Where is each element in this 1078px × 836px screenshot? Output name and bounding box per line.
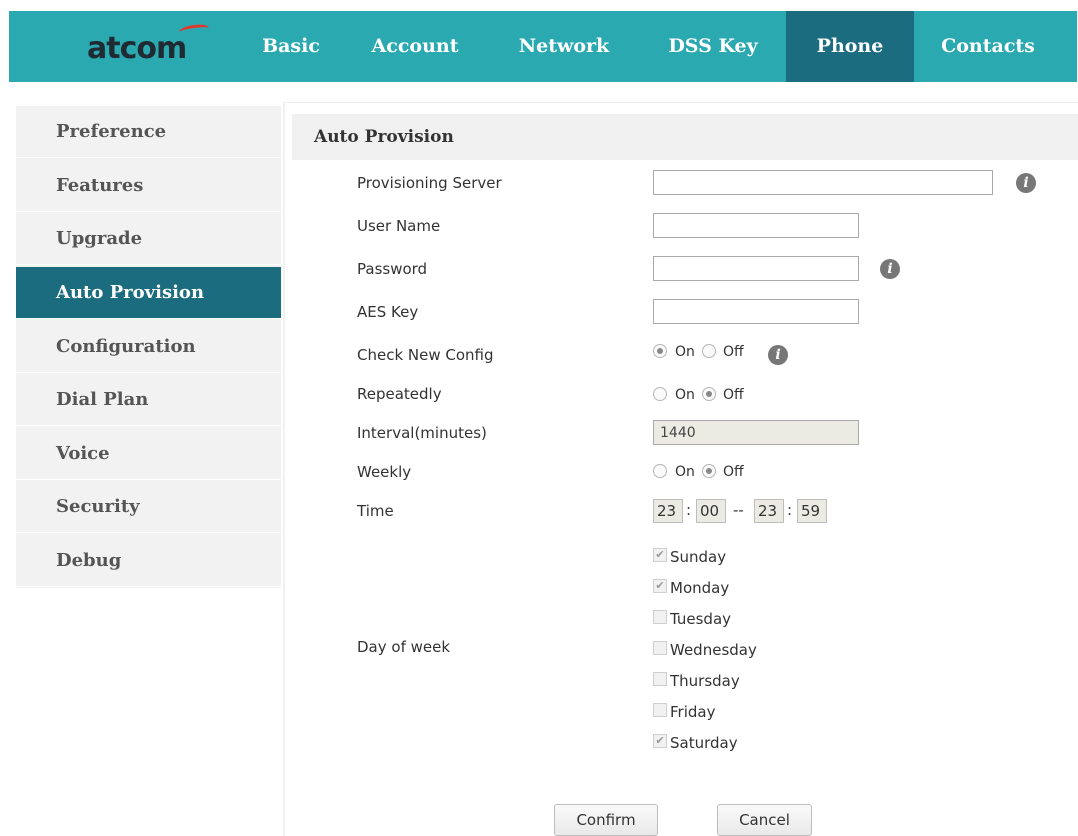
time-range-separator: --: [733, 501, 744, 519]
check-new-config-info-icon[interactable]: i: [768, 345, 788, 365]
repeatedly-on-radio[interactable]: [653, 387, 667, 401]
tab-phone[interactable]: Phone: [786, 11, 914, 82]
check-new-config-on-radio[interactable]: [653, 344, 667, 358]
weekly-label: Weekly: [357, 463, 412, 481]
end-time-colon: :: [787, 501, 793, 519]
time-label: Time: [357, 502, 394, 520]
section-header: Auto Provision: [292, 114, 1078, 160]
provisioning-server-info-icon[interactable]: i: [1016, 173, 1036, 193]
provisioning-server-label: Provisioning Server: [357, 174, 502, 192]
logo-text: atcom: [87, 31, 187, 66]
weekly-on-label: On: [675, 464, 695, 480]
tuesday-label: Tuesday: [670, 610, 732, 628]
logo-swoosh: [178, 22, 210, 38]
day-of-week-label: Day of week: [357, 638, 451, 656]
start-minute-field[interactable]: 00: [696, 499, 726, 523]
section-title: Auto Provision: [314, 127, 454, 147]
check-new-config-on-label: On: [675, 344, 695, 360]
content-top-divider: [283, 102, 1078, 103]
sidebar-item-configuration[interactable]: Configuration: [16, 321, 281, 373]
password-input[interactable]: [653, 256, 859, 281]
top-nav-bar: atcom Basic Account Network DSS Key Phon…: [9, 11, 1077, 82]
monday-checkbox[interactable]: ✔: [653, 579, 667, 593]
sidebar-item-debug[interactable]: Debug: [16, 535, 281, 587]
tab-contacts[interactable]: Contacts: [927, 11, 1049, 82]
user-name-label: User Name: [357, 217, 441, 235]
confirm-button[interactable]: Confirm: [554, 804, 658, 836]
sunday-label: Sunday: [670, 548, 727, 566]
provisioning-server-input[interactable]: [653, 170, 993, 195]
password-info-icon[interactable]: i: [880, 259, 900, 279]
tab-basic[interactable]: Basic: [243, 11, 339, 82]
user-name-input[interactable]: [653, 213, 859, 238]
sidebar-item-auto-provision[interactable]: Auto Provision: [16, 267, 281, 319]
content-left-divider: [283, 102, 285, 836]
thursday-checkbox[interactable]: [653, 672, 667, 686]
aes-key-input[interactable]: [653, 299, 859, 324]
start-time-colon: :: [686, 501, 692, 519]
repeatedly-off-label: Off: [723, 387, 744, 403]
check-new-config-off-radio[interactable]: [702, 344, 716, 358]
cancel-button[interactable]: Cancel: [717, 804, 812, 836]
check-new-config-off-label: Off: [723, 344, 744, 360]
weekly-on-radio[interactable]: [653, 464, 667, 478]
saturday-label: Saturday: [670, 734, 738, 752]
saturday-checkbox[interactable]: ✔: [653, 734, 667, 748]
wednesday-checkbox[interactable]: [653, 641, 667, 655]
tab-account[interactable]: Account: [357, 11, 473, 82]
repeatedly-off-radio[interactable]: [702, 387, 716, 401]
repeatedly-on-label: On: [675, 387, 695, 403]
tab-dss-key[interactable]: DSS Key: [655, 11, 771, 82]
tuesday-checkbox[interactable]: [653, 610, 667, 624]
sidebar-item-features[interactable]: Features: [16, 160, 281, 212]
monday-label: Monday: [670, 579, 730, 597]
friday-label: Friday: [670, 703, 716, 721]
sidebar-item-voice[interactable]: Voice: [16, 428, 281, 480]
end-hour-field[interactable]: 23: [754, 499, 784, 523]
friday-checkbox[interactable]: [653, 703, 667, 717]
sidebar: Preference Features Upgrade Auto Provisi…: [16, 106, 281, 588]
interval-label: Interval(minutes): [357, 424, 487, 442]
sidebar-item-security[interactable]: Security: [16, 481, 281, 533]
sunday-checkbox[interactable]: ✔: [653, 548, 667, 562]
thursday-label: Thursday: [670, 672, 740, 690]
end-minute-field[interactable]: 59: [797, 499, 827, 523]
aes-key-label: AES Key: [357, 303, 419, 321]
wednesday-label: Wednesday: [670, 641, 757, 659]
check-new-config-label: Check New Config: [357, 346, 494, 364]
interval-input[interactable]: [653, 420, 859, 445]
password-label: Password: [357, 260, 428, 278]
tab-network[interactable]: Network: [504, 11, 624, 82]
atcom-logo[interactable]: atcom: [87, 22, 210, 66]
start-hour-field[interactable]: 23: [653, 499, 683, 523]
sidebar-item-upgrade[interactable]: Upgrade: [16, 213, 281, 265]
sidebar-item-preference[interactable]: Preference: [16, 106, 281, 158]
weekly-off-radio[interactable]: [702, 464, 716, 478]
sidebar-item-dial-plan[interactable]: Dial Plan: [16, 374, 281, 426]
weekly-off-label: Off: [723, 464, 744, 480]
repeatedly-label: Repeatedly: [357, 385, 442, 403]
